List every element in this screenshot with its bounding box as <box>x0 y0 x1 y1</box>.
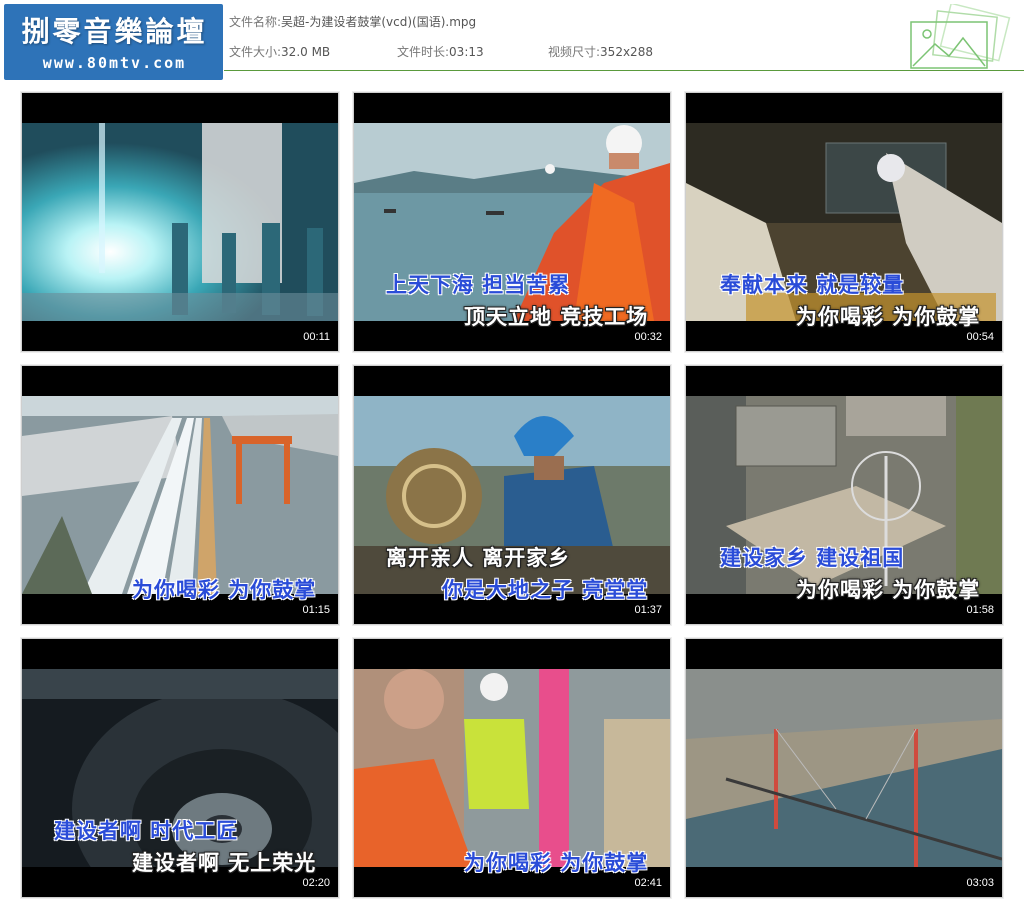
timestamp-label: 02:20 <box>302 877 330 889</box>
lyric-line-1: 建设家乡 建设祖国 <box>720 546 905 570</box>
thumbnail-3[interactable]: 奉献本来 就是较量 为你喝彩 为你鼓掌 00:54 <box>685 92 1003 352</box>
lyric-line-2: 为你喝彩 为你鼓掌 <box>796 305 981 329</box>
lyric-line-2: 建设者啊 无上荣光 <box>132 851 317 875</box>
thumbnail-2[interactable]: 上天下海 担当苦累 顶天立地 竞技工场 00:32 <box>353 92 671 352</box>
video-dims-label: 视频尺寸: <box>548 45 601 59</box>
lyric-line-1: 离开亲人 离开家乡 <box>386 546 571 570</box>
video-frame-image <box>686 669 1002 867</box>
timestamp-label: 00:54 <box>966 331 994 343</box>
file-duration-row: 文件时长:03:13 <box>397 43 484 60</box>
video-frame-image <box>354 669 670 867</box>
file-duration-value: 03:13 <box>449 45 484 59</box>
header-divider <box>224 70 1024 71</box>
thumbnail-1[interactable]: 00:11 <box>21 92 339 352</box>
lyric-line-2: 你是大地之子 亮堂堂 <box>442 578 649 602</box>
file-name-value: 吴超-为建设者鼓掌(vcd)(国语).mpg <box>281 15 477 29</box>
file-size-row: 文件大小:32.0 MB <box>229 43 330 60</box>
lyric-line-1: 建设者啊 时代工匠 <box>54 819 239 843</box>
logo-title: 捌零音樂論壇 <box>21 15 208 48</box>
file-name-label: 文件名称: <box>229 15 282 29</box>
thumbnail-9[interactable]: 03:03 <box>685 638 1003 898</box>
file-size-value: 32.0 MB <box>281 45 331 59</box>
thumbnail-6[interactable]: 建设家乡 建设祖国 为你喝彩 为你鼓掌 01:58 <box>685 365 1003 625</box>
logo-url: www.80mtv.com <box>42 54 187 72</box>
thumbnail-4[interactable]: 为你喝彩 为你鼓掌 01:15 <box>21 365 339 625</box>
picture-stack-icon <box>910 4 1011 69</box>
timestamp-label: 00:32 <box>634 331 662 343</box>
timestamp-label: 00:11 <box>303 331 330 343</box>
video-frame-image <box>22 396 338 594</box>
lyric-line-1: 为你喝彩 为你鼓掌 <box>464 851 649 875</box>
lyric-line-1: 为你喝彩 为你鼓掌 <box>132 578 317 602</box>
timestamp-label: 03:03 <box>966 877 994 889</box>
file-duration-label: 文件时长: <box>397 45 450 59</box>
file-size-label: 文件大小: <box>229 45 282 59</box>
video-dims-value: 352x288 <box>600 45 653 59</box>
lyric-line-2: 为你喝彩 为你鼓掌 <box>796 578 981 602</box>
video-frame-image <box>22 123 338 321</box>
thumbnail-8[interactable]: 为你喝彩 为你鼓掌 02:41 <box>353 638 671 898</box>
timestamp-label: 01:58 <box>966 604 994 616</box>
timestamp-label: 01:15 <box>302 604 330 616</box>
timestamp-label: 02:41 <box>634 877 662 889</box>
thumbnail-7[interactable]: 建设者啊 时代工匠 建设者啊 无上荣光 02:20 <box>21 638 339 898</box>
lyric-line-1: 上天下海 担当苦累 <box>386 273 571 297</box>
file-name-row: 文件名称:吴超-为建设者鼓掌(vcd)(国语).mpg <box>229 13 476 30</box>
thumbnail-5[interactable]: 离开亲人 离开家乡 你是大地之子 亮堂堂 01:37 <box>353 365 671 625</box>
timestamp-label: 01:37 <box>634 604 662 616</box>
video-dims-row: 视频尺寸:352x288 <box>548 43 653 60</box>
site-logo: 捌零音樂論壇 www.80mtv.com <box>4 4 223 80</box>
lyric-line-1: 奉献本来 就是较量 <box>720 273 905 297</box>
lyric-line-2: 顶天立地 竞技工场 <box>464 305 649 329</box>
